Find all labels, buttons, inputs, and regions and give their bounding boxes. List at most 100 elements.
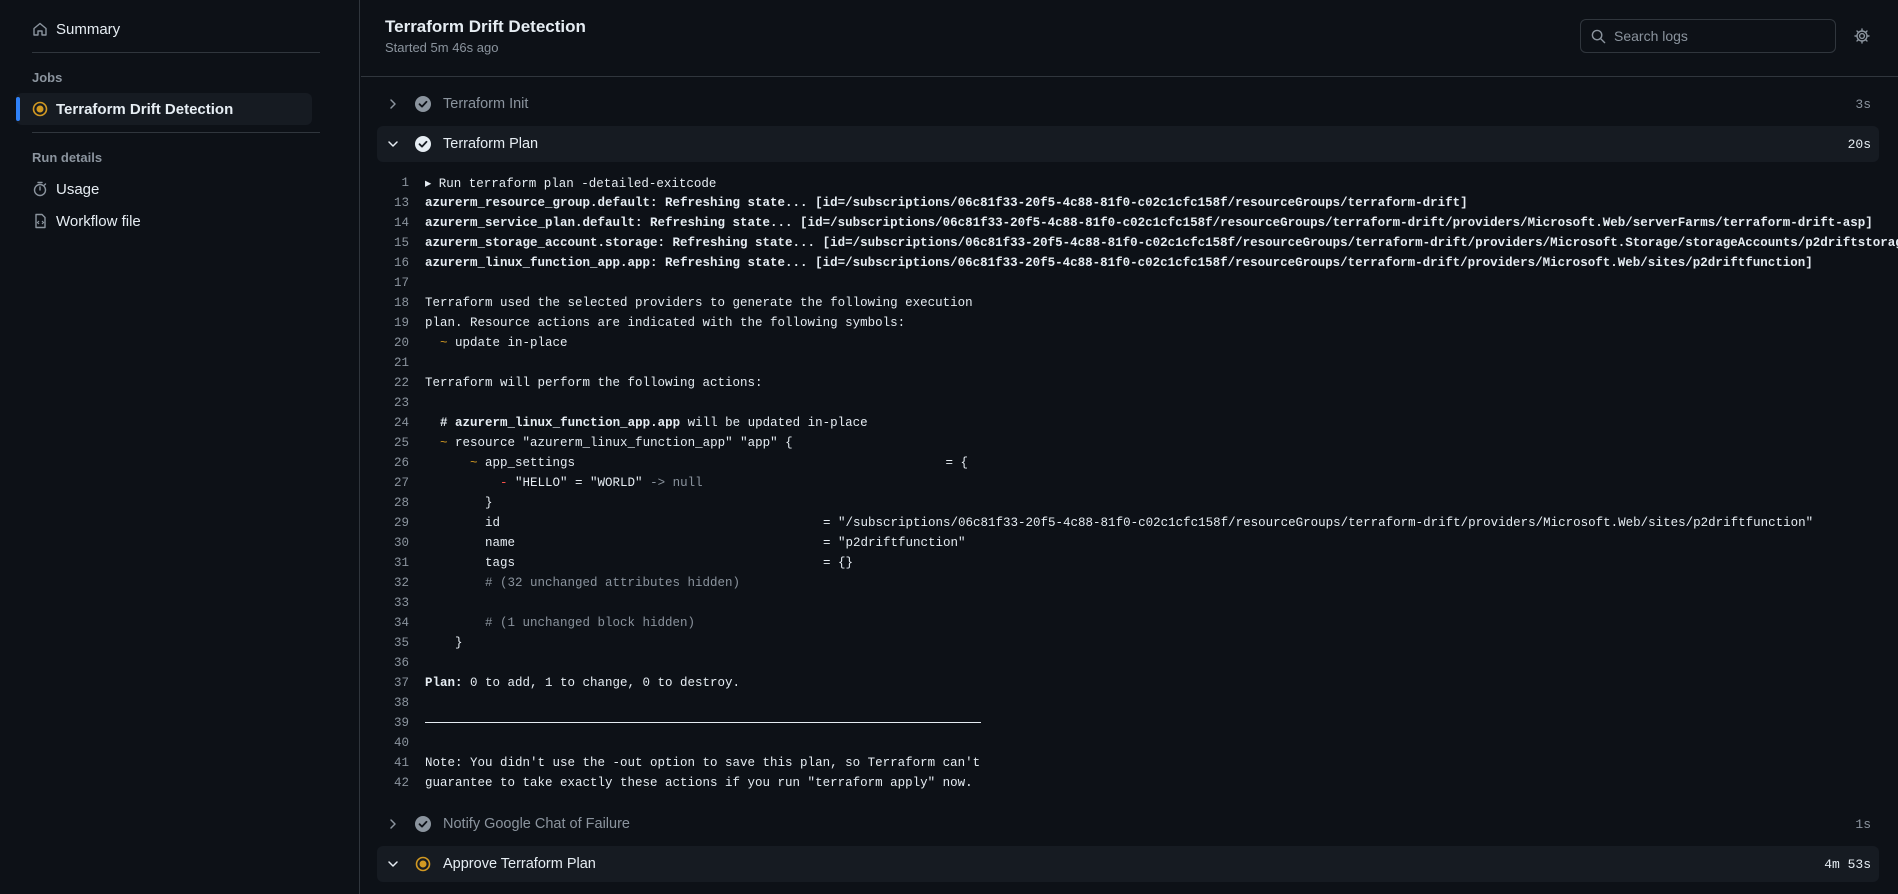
page-title: Terraform Drift Detection xyxy=(385,17,586,36)
line-number: 35 xyxy=(393,636,409,650)
sidebar-item-usage[interactable]: Usage xyxy=(16,173,312,205)
sidebar-item-label: Summary xyxy=(56,20,121,38)
chevron-right-icon xyxy=(385,96,401,112)
line-number: 27 xyxy=(393,476,409,490)
log-text: Terraform will perform the following act… xyxy=(425,376,763,390)
line-number: 30 xyxy=(393,536,409,550)
stopwatch-icon xyxy=(32,181,48,197)
line-number: 23 xyxy=(393,396,409,410)
log-line: 26 ~ app_settings = { xyxy=(377,453,1879,473)
line-number: 40 xyxy=(393,736,409,750)
log-line: 39 xyxy=(377,713,1879,733)
log-text: id = "/subscriptions/06c81f33-20f5-4c88-8… xyxy=(485,516,1814,530)
log-text: tags = {} xyxy=(485,556,854,570)
divider xyxy=(32,52,320,53)
log-text: ~ app_settings = { xyxy=(470,456,969,470)
log-text: Note: You didn't use the -out option to … xyxy=(425,756,981,770)
job-started-time: Started 5m 46s ago xyxy=(385,40,499,55)
log-text: Terraform used the selected providers to… xyxy=(425,296,973,310)
log-line: 24 # azurerm_linux_function_app.app will… xyxy=(377,413,1879,433)
line-number: 1 xyxy=(401,176,409,190)
line-number: 25 xyxy=(393,436,409,450)
log-line: 16 azurerm_linux_function_app.app: Refres… xyxy=(377,253,1879,273)
log-text: - "HELLO" = "WORLD" -> null xyxy=(500,476,703,490)
log-line: 33 xyxy=(377,593,1879,613)
line-number: 26 xyxy=(393,456,409,470)
log-line: 29 id = "/subscriptions/06c81f33-20f5-4c8… xyxy=(377,513,1879,533)
log-line: 38 xyxy=(377,693,1879,713)
log-text: azurerm_linux_function_app.app: Refreshi… xyxy=(425,256,1813,270)
line-number: 13 xyxy=(393,196,409,210)
step-duration: 3s xyxy=(1855,96,1871,112)
line-number: 17 xyxy=(393,276,409,290)
log-line: 37 Plan: 0 to add, 1 to change, 0 to dest… xyxy=(377,673,1879,693)
line-number: 34 xyxy=(393,616,409,630)
sidebar-item-summary[interactable]: Summary xyxy=(16,13,312,45)
gear-icon[interactable] xyxy=(1853,27,1871,45)
job-header: Terraform Drift Detection Started 5m 46s… xyxy=(361,0,1898,77)
step-approve-terraform-plan[interactable]: Approve Terraform Plan 4m 53s xyxy=(377,846,1879,882)
line-number: 24 xyxy=(393,416,409,430)
log-line: 15 azurerm_storage_account.storage: Refre… xyxy=(377,233,1898,253)
line-number: 31 xyxy=(393,556,409,570)
log-line: 17 xyxy=(377,273,1879,293)
step-duration: 1s xyxy=(1855,816,1871,832)
log-line: 32 # (32 unchanged attributes hidden) xyxy=(377,573,1879,593)
step-terraform-init[interactable]: Terraform Init 3s xyxy=(377,86,1879,122)
line-number: 15 xyxy=(393,236,409,250)
chevron-right-icon xyxy=(385,816,401,832)
search-logs[interactable] xyxy=(1580,19,1836,53)
log-line: 30 name = "p2driftfunction" xyxy=(377,533,1879,553)
step-name: Approve Terraform Plan xyxy=(443,856,596,872)
line-number: 32 xyxy=(393,576,409,590)
log-line: 13 azurerm_resource_group.default: Refres… xyxy=(377,193,1879,213)
log-text: name = "p2driftfunction" xyxy=(485,536,966,550)
update-symbol: ~ xyxy=(440,336,448,350)
line-number: 33 xyxy=(393,596,409,610)
log-text: ~ update in-place xyxy=(440,336,568,350)
step-name: Terraform Init xyxy=(443,96,529,112)
log-line: 25 ~ resource "azurerm_linux_function_ap… xyxy=(377,433,1879,453)
run-details-heading: Run details xyxy=(32,150,103,165)
log-text: ~ resource "azurerm_linux_function_app" … xyxy=(440,436,793,450)
step-notify-google-chat[interactable]: Notify Google Chat of Failure 1s xyxy=(377,806,1879,842)
jobs-heading: Jobs xyxy=(32,70,63,85)
log-line[interactable]: 1 ▸ Run terraform plan -detailed-exitcode xyxy=(377,173,1879,193)
step-name: Notify Google Chat of Failure xyxy=(443,816,630,832)
log-group-toggle[interactable]: ▸ Run terraform plan -detailed-exitcode xyxy=(425,175,716,191)
update-symbol: ~ xyxy=(470,456,478,470)
check-circle-icon xyxy=(415,816,431,832)
log-text: plan. Resource actions are indicated wit… xyxy=(425,316,906,330)
line-number: 19 xyxy=(393,316,409,330)
step-duration: 20s xyxy=(1847,136,1871,152)
log-line: 18 Terraform used the selected providers … xyxy=(377,293,1879,313)
line-number: 41 xyxy=(393,756,409,770)
log-text: azurerm_service_plan.default: Refreshing… xyxy=(425,216,1873,230)
line-number: 20 xyxy=(393,336,409,350)
divider xyxy=(32,132,320,133)
log-text: # azurerm_linux_function_app.app will be… xyxy=(440,416,868,430)
log-line: 36 xyxy=(377,653,1879,673)
sidebar-item-job[interactable]: Terraform Drift Detection xyxy=(16,93,312,125)
step-terraform-plan[interactable]: Terraform Plan 20s xyxy=(377,126,1879,162)
step-duration: 4m 53s xyxy=(1824,856,1871,872)
line-number: 18 xyxy=(393,296,409,310)
log-text xyxy=(425,716,981,730)
log-line: 35 } xyxy=(377,633,1879,653)
search-input[interactable] xyxy=(1614,28,1814,44)
log-text: } xyxy=(455,636,463,650)
line-number: 22 xyxy=(393,376,409,390)
in-progress-icon xyxy=(415,856,431,872)
sidebar: Summary Jobs Terraform Drift Detection R… xyxy=(0,0,360,894)
log-line: 28 } xyxy=(377,493,1879,513)
log-line: 20 ~ update in-place xyxy=(377,333,1879,353)
update-symbol: ~ xyxy=(440,436,448,450)
check-circle-icon xyxy=(415,136,431,152)
sidebar-item-workflow-file[interactable]: Workflow file xyxy=(16,205,312,237)
chevron-down-icon xyxy=(385,136,401,152)
line-number: 38 xyxy=(393,696,409,710)
log-text: # (1 unchanged block hidden) xyxy=(485,616,696,630)
line-number: 42 xyxy=(393,776,409,790)
log-text: } xyxy=(485,496,493,510)
home-icon xyxy=(32,21,48,37)
